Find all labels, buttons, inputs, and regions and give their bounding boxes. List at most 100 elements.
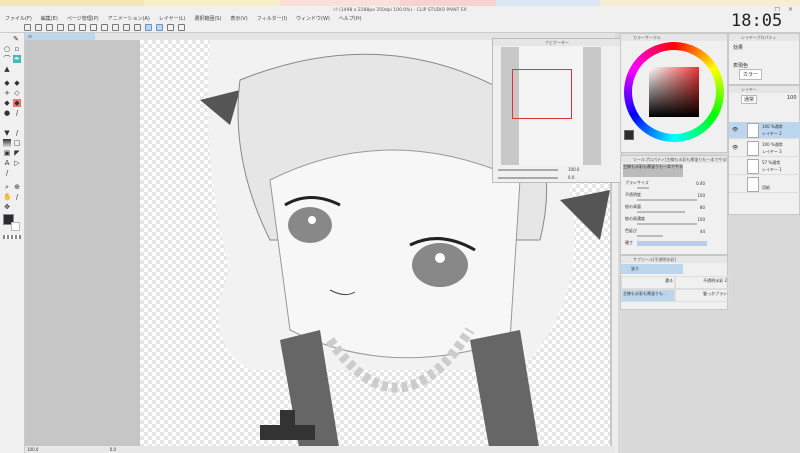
subtool-item-selected[interactable]: 主線も水彩も厚塗りも… — [621, 289, 675, 302]
layer-row[interactable]: 👁 100 %通常 レイヤー 2 — [729, 122, 800, 139]
current-color-swatch[interactable] — [624, 130, 634, 140]
pen-tool-icon[interactable]: ✎ — [12, 35, 20, 43]
crop-icon[interactable] — [123, 24, 130, 31]
property-slider[interactable] — [637, 235, 663, 237]
zoom-value[interactable]: 100.0 — [27, 447, 38, 452]
rotate-icon[interactable]: / — [13, 193, 21, 201]
property-value[interactable]: 100 — [697, 217, 705, 222]
snap-grid-icon[interactable] — [167, 24, 174, 31]
undo-icon[interactable] — [57, 24, 64, 31]
sub-color-swatch[interactable] — [11, 222, 20, 231]
invert-selection-icon[interactable] — [134, 24, 141, 31]
select-rect-icon[interactable]: ▫ — [13, 45, 21, 53]
menu-edit[interactable]: 編集(E) — [41, 15, 58, 22]
navigator-rotation[interactable]: 0.0 — [568, 175, 574, 180]
property-value[interactable]: 80 — [700, 205, 705, 210]
property-row[interactable]: 絵の具濃度 100 — [625, 216, 721, 228]
layer-opacity[interactable]: 100 — [787, 95, 797, 101]
fill-icon[interactable] — [90, 24, 97, 31]
layer-row[interactable]: 👁 100 %通常 レイヤー 3 — [729, 140, 800, 157]
menu-help[interactable]: ヘルプ(H) — [339, 15, 362, 22]
eyedropper-icon[interactable]: ⌒ — [3, 55, 11, 63]
figure-icon[interactable]: □ — [13, 139, 21, 147]
navigator-preview[interactable] — [501, 47, 601, 165]
property-row[interactable]: ブラシサイズ 0.40 — [625, 180, 721, 192]
transparent-color-icon[interactable] — [3, 235, 21, 239]
pencil-icon[interactable]: / — [13, 129, 21, 137]
navigator-zoom[interactable]: 100.0 — [568, 167, 579, 172]
property-slider[interactable] — [637, 241, 707, 246]
save-icon[interactable] — [46, 24, 53, 31]
tool-palette: ✎ ○ ▫ ⌒ ✒ ▲ ◆ ◆ + ◇ ◆ ◆ ● / ▼ / □ ▣ ◤ A … — [0, 33, 25, 453]
menu-view[interactable]: 表示(V) — [230, 15, 247, 22]
menu-animation[interactable]: アニメーション(A) — [108, 15, 150, 22]
menu-filter[interactable]: フィルター(I) — [257, 15, 287, 22]
property-value[interactable]: 44 — [700, 229, 705, 234]
pen-active-icon[interactable]: ✒ — [13, 55, 21, 63]
property-slider[interactable] — [637, 211, 685, 213]
watercolor-icon[interactable]: ◆ — [13, 99, 21, 107]
eye-icon[interactable]: 👁 — [732, 127, 738, 133]
expression-color-select[interactable]: カラー — [739, 69, 763, 80]
operation-icon[interactable]: ⊕ — [13, 183, 21, 191]
saturation-value-square[interactable] — [649, 67, 699, 117]
subtool-group-tab[interactable]: 塗り — [621, 264, 683, 274]
navigator-view-rect[interactable] — [512, 69, 572, 119]
blend-icon[interactable]: ◆ — [3, 99, 11, 107]
canvas-tab[interactable]: ｼﾘ — [25, 33, 95, 40]
angle-value[interactable]: 0.0 — [110, 447, 116, 452]
menu-selection[interactable]: 選択範囲(S) — [194, 15, 221, 22]
stamp-icon[interactable]: ▲ — [3, 65, 11, 73]
layer-row[interactable]: 57 %通常 レイヤー 1 — [729, 158, 800, 175]
transform-icon[interactable] — [101, 24, 108, 31]
redo-icon[interactable] — [68, 24, 75, 31]
zoom-icon[interactable]: ⌕ — [3, 183, 11, 191]
property-row[interactable]: 色延び 44 — [625, 228, 721, 240]
property-value[interactable]: 100 — [697, 193, 705, 198]
airbrush-icon[interactable]: ◆ — [13, 79, 21, 87]
blend-mode-select[interactable]: 通常 — [741, 95, 758, 104]
property-slider[interactable] — [637, 223, 697, 225]
balloon-icon[interactable]: ▷ — [13, 159, 21, 167]
eraser-icon[interactable]: ◇ — [13, 89, 21, 97]
brush-icon[interactable]: ◆ — [3, 79, 11, 87]
snap-ruler-icon[interactable] — [145, 24, 152, 31]
eye-icon[interactable]: 👁 — [732, 145, 738, 151]
menu-file[interactable]: ファイル(F) — [5, 15, 32, 22]
navigator-rotate-slider[interactable] — [498, 177, 558, 179]
menu-page[interactable]: ページ管理(P) — [67, 15, 99, 22]
property-slider[interactable] — [637, 187, 649, 189]
layer-property-panel: レイヤープロパティ 効果 表現色 カラー — [728, 33, 800, 85]
deselect-icon[interactable] — [112, 24, 119, 31]
layer-row[interactable]: 用紙 — [729, 176, 800, 193]
text-icon[interactable]: A — [3, 159, 11, 167]
menu-layer[interactable]: レイヤー(L) — [159, 15, 186, 22]
open-icon[interactable] — [35, 24, 42, 31]
property-slider[interactable] — [637, 199, 697, 201]
decoration-icon[interactable]: + — [3, 89, 11, 97]
move-icon[interactable]: ✥ — [3, 203, 11, 211]
subtool-item[interactable]: 濃る — [621, 276, 675, 289]
menu-window[interactable]: ウィンドウ(W) — [296, 15, 330, 22]
property-row[interactable]: 硬さ — [625, 240, 721, 252]
property-value[interactable]: 0.40 — [696, 181, 705, 186]
hue-ring[interactable] — [624, 42, 724, 142]
ruler-icon[interactable]: ◤ — [13, 149, 21, 157]
correction-icon[interactable]: / — [3, 169, 11, 177]
settings-icon[interactable] — [178, 24, 185, 31]
fill-bucket-icon[interactable]: ▼ — [3, 129, 11, 137]
navigator-zoom-slider[interactable] — [498, 169, 558, 171]
frame-icon[interactable]: ▣ — [3, 149, 11, 157]
subtool-item[interactable]: 不透明水彩 2 — [675, 276, 729, 289]
new-icon[interactable] — [24, 24, 31, 31]
liquify-icon[interactable]: ● — [3, 109, 11, 117]
property-row[interactable]: 絵の具量 80 — [625, 204, 721, 216]
gradient-icon[interactable] — [3, 139, 11, 147]
hand-icon[interactable]: ✋ — [3, 193, 12, 201]
property-row[interactable]: 不透明度 100 — [625, 192, 721, 204]
snap-special-ruler-icon[interactable] — [156, 24, 163, 31]
lasso-icon[interactable]: ○ — [3, 45, 11, 53]
clear-icon[interactable] — [79, 24, 86, 31]
dropper-icon[interactable]: / — [13, 109, 21, 117]
subtool-item[interactable]: 髪っかブラシ — [675, 289, 729, 302]
